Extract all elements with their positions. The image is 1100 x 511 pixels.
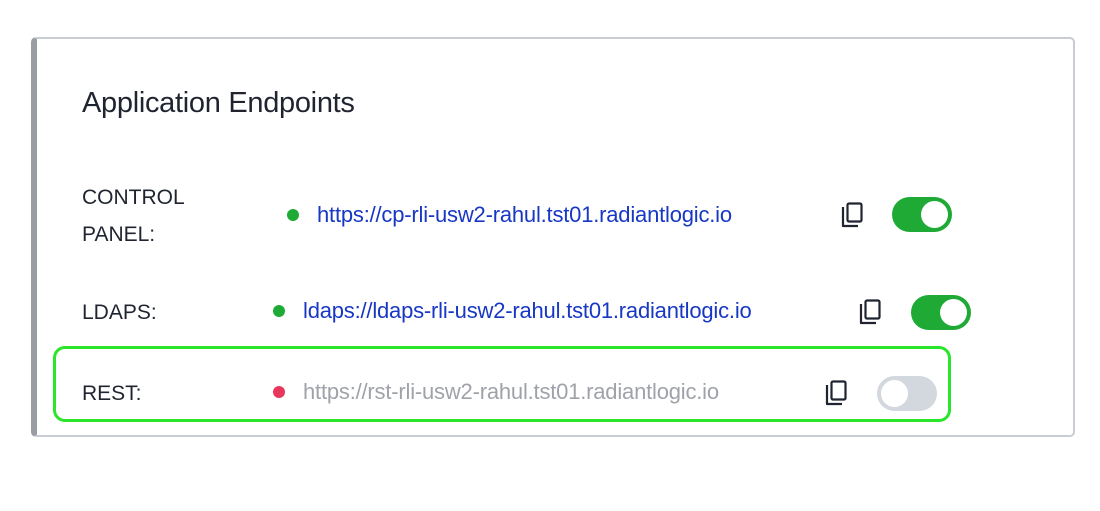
endpoint-url-group: ldaps://ldaps-rli-usw2-rahul.tst01.radia… [273,298,752,324]
endpoint-url-link[interactable]: https://rst-rli-usw2-rahul.tst01.radiant… [303,379,719,405]
endpoint-url-group: https://rst-rli-usw2-rahul.tst01.radiant… [273,379,719,405]
copy-icon[interactable] [823,379,849,407]
status-dot [287,209,299,221]
application-endpoints-card: Application Endpoints CONTROL PANEL: htt… [31,37,1075,437]
endpoint-label: REST: [82,382,142,405]
endpoint-toggle[interactable] [877,376,937,411]
endpoint-url-link[interactable]: https://cp-rli-usw2-rahul.tst01.radiantl… [317,202,732,228]
endpoint-toggle[interactable] [911,295,971,330]
toggle-knob [940,299,967,326]
toggle-knob [921,201,948,228]
endpoint-label: CONTROL PANEL: [82,186,184,246]
copy-icon[interactable] [857,298,883,326]
status-dot [273,386,285,398]
status-dot [273,305,285,317]
endpoint-url-link[interactable]: ldaps://ldaps-rli-usw2-rahul.tst01.radia… [303,298,752,324]
endpoint-toggle[interactable] [892,197,952,232]
endpoint-url-group: https://cp-rli-usw2-rahul.tst01.radiantl… [287,202,732,228]
copy-icon[interactable] [839,201,865,229]
section-title: Application Endpoints [82,87,355,119]
toggle-knob [881,380,908,407]
endpoint-label: LDAPS: [82,301,157,324]
